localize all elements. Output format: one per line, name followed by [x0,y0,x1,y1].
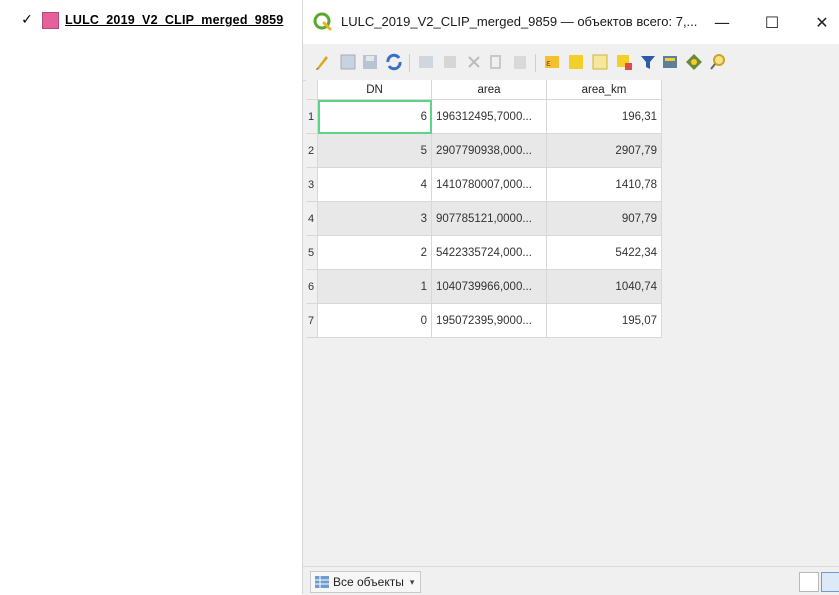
svg-text:ε: ε [546,59,551,69]
cell-area[interactable]: 907785121,0000... [431,201,547,236]
row-header[interactable]: 5 [306,235,318,270]
feature-filter-dropdown[interactable]: Все объекты ▾ [310,571,422,593]
paste-icon[interactable] [511,53,529,71]
delete-feature-icon[interactable] [441,53,459,71]
deselect-icon[interactable] [615,53,633,71]
layers-panel: ✓ LULC_2019_V2_CLIP_merged_9859 [0,0,302,594]
layer-item[interactable]: ✓ LULC_2019_V2_CLIP_merged_9859 [20,10,283,30]
column-header-area-km[interactable]: area_km [546,80,662,100]
table-view-button[interactable] [821,572,839,592]
cell-area[interactable]: 1040739966,000... [431,269,547,304]
expression-select-icon[interactable]: ε [543,53,561,71]
table-row[interactable]: 6 1 1040739966,000... 1040,74 [306,269,662,304]
table-row[interactable]: 4 3 907785121,0000... 907,79 [306,201,662,236]
cell-area-km[interactable]: 1040,74 [546,269,662,304]
table-row[interactable]: 5 2 5422335724,000... 5422,34 [306,235,662,270]
minimize-button[interactable]: — [708,8,736,36]
cell-dn[interactable]: 1 [317,269,432,304]
table-row[interactable]: 3 4 1410780007,000... 1410,78 [306,167,662,202]
row-header[interactable]: 4 [306,201,318,236]
cell-dn[interactable]: 2 [317,235,432,270]
invert-selection-icon[interactable] [591,53,609,71]
cell-dn[interactable]: 3 [317,201,432,236]
cell-dn[interactable]: 6 [317,99,432,134]
feature-filter-label: Все объекты [333,575,404,589]
attribute-table: DN area area_km 1 6 196312495,7000... 19… [306,80,839,566]
table-corner[interactable] [306,80,318,100]
row-header[interactable]: 3 [306,167,318,202]
attribute-table-window: LULC_2019_V2_CLIP_merged_9859 — объектов… [302,0,839,595]
move-selection-top-icon[interactable] [661,53,679,71]
maximize-button[interactable]: ☐ [758,8,786,36]
chevron-down-icon: ▾ [409,576,415,587]
cell-area[interactable]: 195072395,9000... [431,303,547,338]
cell-area-km[interactable]: 2907,79 [546,133,662,168]
row-header[interactable]: 6 [306,269,318,304]
column-header-dn[interactable]: DN [317,80,432,100]
layer-visibility-checkbox[interactable]: ✓ [20,13,34,27]
cell-dn[interactable]: 5 [317,133,432,168]
row-header[interactable]: 1 [306,99,318,134]
cell-area[interactable]: 196312495,7000... [431,99,547,134]
cell-dn[interactable]: 4 [317,167,432,202]
cell-area-km[interactable]: 5422,34 [546,235,662,270]
zoom-to-selection-icon[interactable] [709,53,727,71]
cell-area-km[interactable]: 196,31 [546,99,662,134]
edit-pencil-icon[interactable] [313,53,331,71]
table-row[interactable]: 1 6 196312495,7000... 196,31 [306,99,662,134]
save-icon[interactable] [361,53,379,71]
cell-area[interactable]: 5422335724,000... [431,235,547,270]
cell-area-km[interactable]: 907,79 [546,201,662,236]
row-header[interactable]: 2 [306,133,318,168]
table-icon [315,576,329,588]
cell-dn[interactable]: 0 [317,303,432,338]
window-title: LULC_2019_V2_CLIP_merged_9859 — объектов… [341,14,698,29]
table-row[interactable]: 7 0 195072395,9000... 195,07 [306,303,662,338]
pan-to-selection-icon[interactable] [685,53,703,71]
qgis-icon [313,12,332,31]
layer-name[interactable]: LULC_2019_V2_CLIP_merged_9859 [65,13,283,27]
multi-edit-icon[interactable] [339,53,357,71]
form-view-button[interactable] [799,572,819,592]
add-feature-icon[interactable] [417,53,435,71]
row-header[interactable]: 7 [306,303,318,338]
cut-icon[interactable] [465,53,483,71]
reload-icon[interactable] [385,53,403,71]
layer-symbol-swatch[interactable] [42,11,59,29]
column-header-area[interactable]: area [431,80,547,100]
table-row[interactable]: 2 5 2907790938,000... 2907,79 [306,133,662,168]
close-button[interactable]: ✕ [808,8,836,36]
title-bar[interactable]: LULC_2019_V2_CLIP_merged_9859 — объектов… [303,0,839,44]
filter-icon[interactable] [639,53,657,71]
copy-icon[interactable] [487,53,505,71]
cell-area[interactable]: 2907790938,000... [431,133,547,168]
cell-area-km[interactable]: 1410,78 [546,167,662,202]
status-bar: Все объекты ▾ [303,566,839,595]
cell-area-km[interactable]: 195,07 [546,303,662,338]
attribute-toolbar: ε [303,44,839,81]
select-all-icon[interactable] [567,53,585,71]
cell-area[interactable]: 1410780007,000... [431,167,547,202]
